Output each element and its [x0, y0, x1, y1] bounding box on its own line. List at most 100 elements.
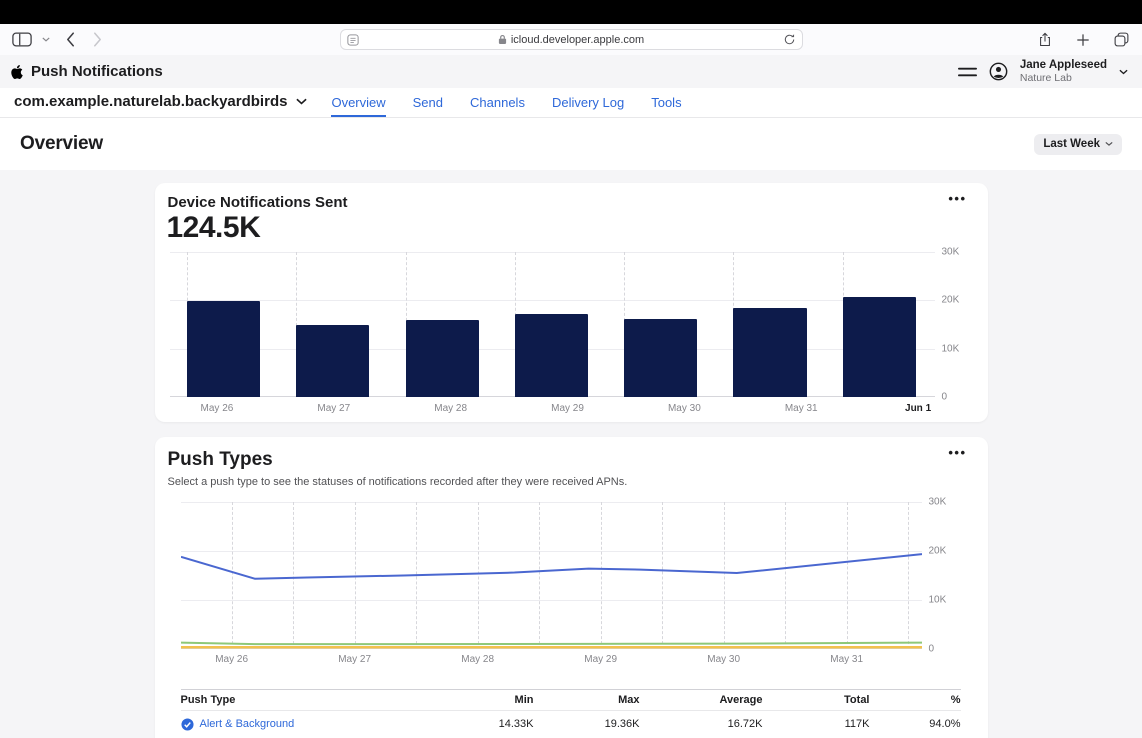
selected-check-icon[interactable] [181, 718, 194, 731]
bar-may-29[interactable] [515, 314, 588, 397]
line-series-series-green[interactable] [181, 643, 922, 644]
col-average: Average [640, 694, 763, 706]
user-chevron-down-icon[interactable] [1119, 69, 1128, 75]
bar-may-26[interactable] [187, 301, 260, 397]
tab-send[interactable]: Send [413, 88, 443, 117]
cell-average: 16.72K [640, 718, 763, 730]
nav-tabs: Overview Send Channels Delivery Log Tool… [331, 88, 681, 118]
col-total: Total [763, 694, 870, 706]
col-min: Min [421, 694, 534, 706]
card-subtitle: Select a push type to see the statuses o… [155, 476, 988, 488]
page-settings-icon[interactable] [347, 34, 359, 46]
top-black-bar [0, 0, 1142, 24]
app-title: Push Notifications [31, 63, 163, 80]
y-tick-label: 10K [929, 595, 947, 606]
bar-slot [497, 252, 606, 397]
bar-may-28[interactable] [406, 320, 479, 397]
push-types-table: Push Type Min Max Average Total % Alert … [181, 689, 961, 737]
col-max: Max [534, 694, 640, 706]
line-chart-yaxis: 010K20K30K [922, 502, 988, 649]
menu-icon[interactable] [958, 66, 977, 78]
cell-min: 14.33K [421, 718, 534, 730]
bar-chart: 010K20K30K [155, 252, 988, 397]
x-tick-label: May 30 [626, 403, 743, 414]
new-tab-plus-icon[interactable] [1076, 33, 1090, 47]
bar-may-27[interactable] [296, 325, 369, 397]
apple-logo-icon [10, 64, 24, 80]
y-tick-label: 0 [929, 644, 935, 655]
card-menu-ellipsis-icon[interactable]: ••• [948, 191, 966, 206]
x-tick-label: Jun 1 [860, 403, 977, 414]
bar-chart-yaxis: 010K20K30K [935, 252, 988, 397]
lock-icon [498, 34, 507, 45]
push-types-card: ••• Push Types Select a push type to see… [155, 437, 988, 738]
x-tick-label: May 29 [584, 654, 617, 665]
x-tick-label: May 27 [338, 654, 371, 665]
x-tick-label: May 31 [743, 403, 860, 414]
address-bar[interactable]: icloud.developer.apple.com [340, 29, 803, 50]
y-tick-label: 0 [942, 392, 948, 403]
bar-slot [825, 252, 934, 397]
x-tick-label: May 28 [461, 654, 494, 665]
device-notifications-card: ••• Device Notifications Sent 124.5K 010… [155, 183, 988, 422]
tab-channels[interactable]: Channels [470, 88, 525, 117]
bar-chart-plot [170, 252, 935, 397]
card-title: Device Notifications Sent [155, 194, 988, 211]
line-chart-xlabels: May 26May 27May 28May 29May 30May 31 [181, 649, 922, 667]
x-tick-label: May 31 [830, 654, 863, 665]
bar-slot [170, 252, 279, 397]
share-icon[interactable] [1037, 30, 1053, 49]
push-type-link[interactable]: Alert & Background [200, 718, 295, 730]
x-tick-label: May 30 [707, 654, 740, 665]
page-title: Overview [20, 133, 103, 155]
cell-total: 117K [763, 718, 870, 730]
x-tick-label: May 28 [392, 403, 509, 414]
bar-slot [388, 252, 497, 397]
y-tick-label: 30K [942, 247, 960, 258]
user-block[interactable]: Jane Appleseed Nature Lab [1020, 59, 1107, 84]
card-menu-ellipsis-icon[interactable]: ••• [948, 445, 966, 460]
tab-tools[interactable]: Tools [651, 88, 681, 117]
col-percent: % [870, 694, 961, 706]
cell-max: 19.36K [534, 718, 640, 730]
user-name: Jane Appleseed [1020, 59, 1107, 72]
app-nav: com.example.naturelab.backyardbirds Over… [0, 88, 1142, 118]
tab-overview[interactable]: Overview [331, 88, 385, 117]
page-title-row: Overview Last Week [0, 118, 1142, 170]
bar-slot [716, 252, 825, 397]
avatar[interactable] [989, 62, 1008, 81]
table-header-row: Push Type Min Max Average Total % [181, 689, 961, 711]
sidebar-toggle-icon[interactable] [12, 31, 32, 48]
reload-icon[interactable] [783, 33, 796, 46]
bar-jun-1[interactable] [843, 297, 916, 397]
app-id-selector[interactable]: com.example.naturelab.backyardbirds [14, 88, 307, 110]
col-push-type: Push Type [181, 694, 421, 706]
user-org: Nature Lab [1020, 72, 1107, 84]
forward-button[interactable] [93, 32, 102, 47]
y-tick-label: 20K [942, 295, 960, 306]
tab-delivery-log[interactable]: Delivery Log [552, 88, 624, 117]
line-chart-svg [181, 502, 922, 649]
page-content: ••• Device Notifications Sent 124.5K 010… [0, 170, 1142, 738]
app-id-chevron-down-icon [296, 98, 307, 105]
total-sent-value: 124.5K [155, 211, 988, 245]
bar-chart-xlabels: May 26May 27May 28May 29May 30May 31Jun … [155, 403, 988, 414]
bar-slot [279, 252, 388, 397]
bar-may-30[interactable] [624, 319, 697, 397]
back-button[interactable] [66, 32, 75, 47]
sidebar-chevron-down-icon[interactable] [42, 37, 50, 42]
bar-slot [607, 252, 716, 397]
app-id-label: com.example.naturelab.backyardbirds [14, 93, 287, 110]
bar-may-31[interactable] [733, 308, 806, 397]
date-range-button[interactable]: Last Week [1034, 134, 1122, 155]
tab-overview-icon[interactable] [1113, 31, 1130, 48]
date-range-label: Last Week [1043, 138, 1100, 150]
range-chevron-down-icon [1105, 141, 1113, 147]
card-title: Push Types [155, 449, 988, 471]
x-tick-label: May 26 [159, 403, 276, 414]
x-tick-label: May 27 [275, 403, 392, 414]
line-series-alert-and-background[interactable] [181, 554, 922, 579]
browser-toolbar: icloud.developer.apple.com [0, 24, 1142, 55]
table-row: Alert & Background 14.33K 19.36K 16.72K … [181, 711, 961, 737]
x-tick-label: May 29 [509, 403, 626, 414]
